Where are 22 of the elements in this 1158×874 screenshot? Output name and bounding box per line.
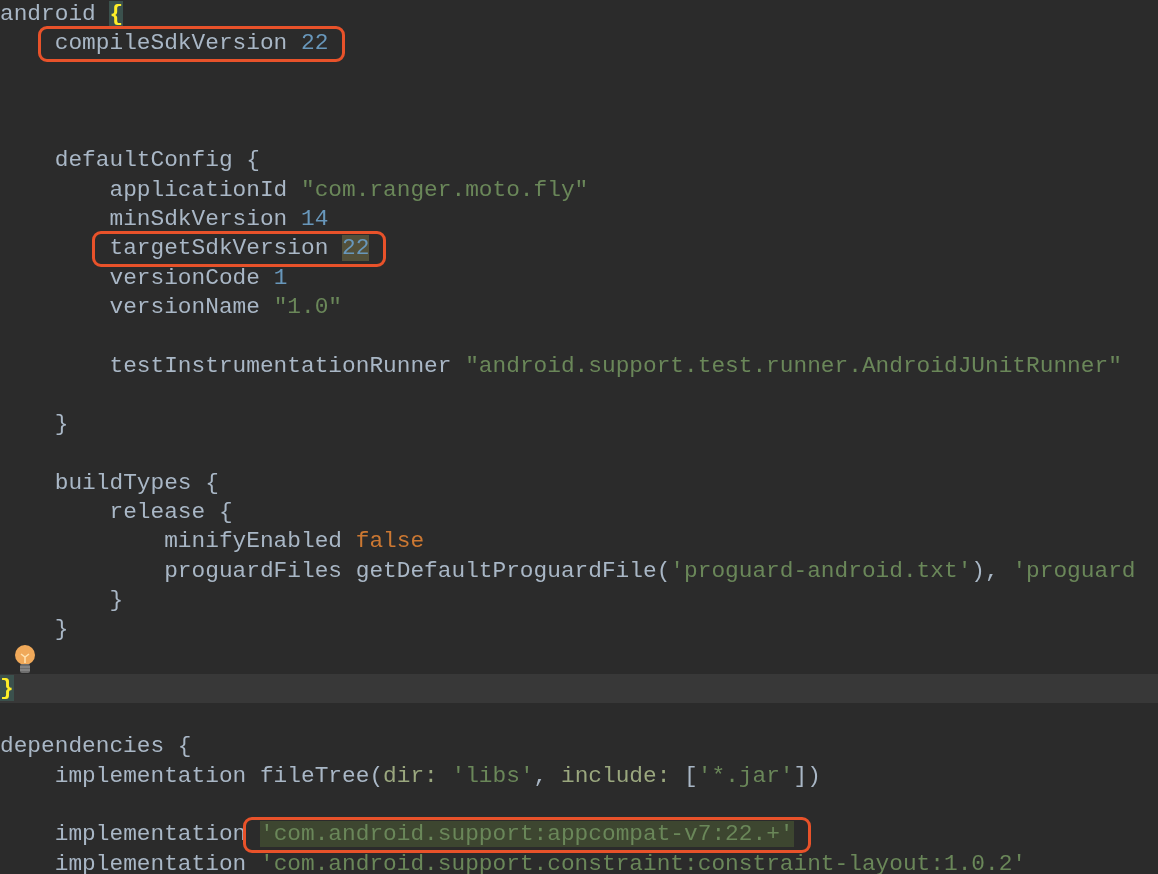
highlight-box: compileSdkVersion 22 — [37, 26, 346, 62]
code-text: } — [109, 586, 124, 613]
code-text: } — [54, 616, 69, 643]
highlight-box: 'com.android.support:appcompat-v7:22.+' — [242, 817, 811, 853]
code-text: proguardFiles getDefaultProguardFile('proguard-android.txt'), 'proguard — [164, 557, 1136, 584]
code-text: applicationId "com.ranger.moto.fly" — [109, 176, 589, 203]
code-text: minifyEnabled false — [164, 528, 425, 555]
code-text: versionName "1.0" — [109, 293, 343, 320]
code-text: android { — [0, 1, 124, 27]
code-text: defaultConfig { — [54, 147, 260, 174]
code-text: versionCode 1 — [109, 264, 288, 291]
code-text: dependencies { — [0, 733, 192, 760]
code-text: } — [0, 674, 14, 701]
lightbulb-icon[interactable] — [14, 644, 36, 674]
highlight-box: targetSdkVersion 22 — [92, 231, 387, 267]
code-text: implementation 'com.android.support.constraint:constraint-layout:1.0.2' — [54, 850, 1027, 874]
code-text: testInstrumentationRunner "android.support.test.runner.AndroidJUnitRunner" — [109, 352, 1122, 379]
code-text: release { — [109, 499, 233, 526]
code-text: minSdkVersion 14 — [109, 206, 329, 233]
code-text: } — [54, 411, 69, 438]
code-text: implementation fileTree(dir: 'libs', include: ['*.jar']) — [54, 762, 821, 789]
code-text: buildTypes { — [54, 469, 219, 496]
